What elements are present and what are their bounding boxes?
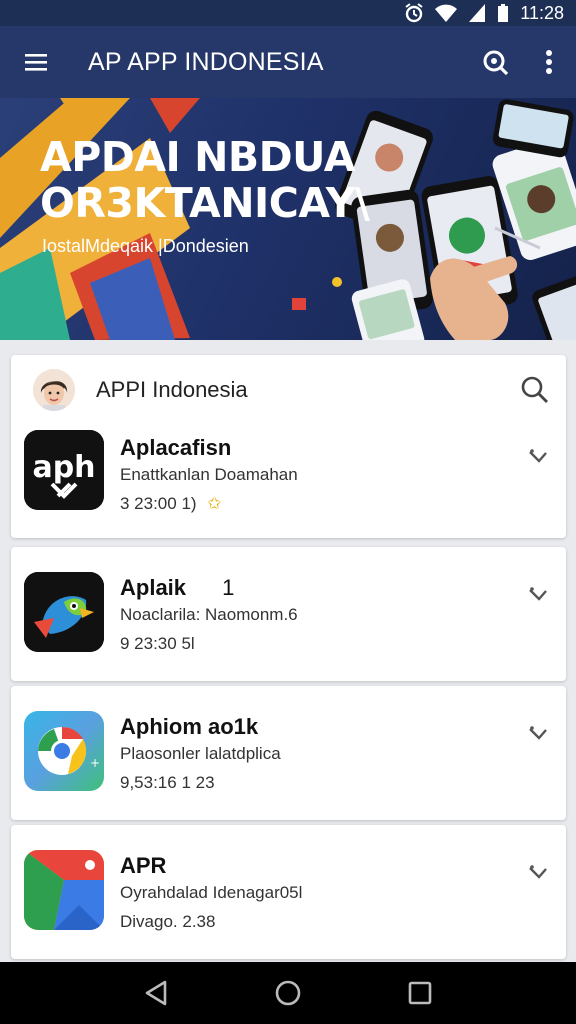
app-name-suffix: 1 [222, 575, 235, 600]
battery-icon [496, 3, 510, 23]
recents-square-icon [408, 981, 432, 1005]
menu-button[interactable] [0, 26, 72, 98]
banner-headline-line-2: OR3KTANICAY\ [40, 179, 370, 227]
chevron-down-icon [529, 726, 547, 740]
app-name: Aphiom ao1k [120, 714, 259, 739]
app-description: Noaclarila: Naomonm.6 [120, 605, 298, 624]
more-vert-icon [546, 50, 552, 74]
expand-button[interactable] [526, 583, 550, 607]
search-button[interactable] [468, 26, 522, 98]
app-icon-aplaik [24, 572, 104, 652]
app-icon-aphiom: + [24, 711, 104, 791]
app-icon-aplacafisn: aph [24, 430, 104, 510]
app-meta: 3 23:00 1) ✩ [120, 494, 222, 514]
chevron-down-icon [529, 587, 547, 601]
list-search-button[interactable] [518, 373, 552, 407]
app-icon-apr [24, 850, 104, 930]
system-nav-bar [0, 962, 576, 1024]
svg-text:aph: aph [32, 450, 95, 485]
avatar[interactable] [33, 369, 75, 411]
expand-button[interactable] [526, 861, 550, 885]
back-triangle-icon [145, 980, 167, 1006]
expand-button[interactable] [526, 445, 550, 469]
list-card: APPI Indonesia aph Aplacafisn Enattkanla… [11, 355, 566, 538]
banner-subtitle: IostalMdeqaik |Dondesien [42, 236, 249, 256]
recents-button[interactable] [400, 973, 440, 1013]
app-description: Enattkanlan Doamahan [120, 465, 298, 484]
chevron-down-icon [529, 865, 547, 879]
banner-headline: APDAI NBDUA OR3KTANICAY\ [40, 133, 370, 227]
list-item[interactable]: Aplaik 1 Noaclarila: Naomonm.6 9 23:30 5… [11, 547, 566, 681]
app-name: Aplacafisn [120, 435, 232, 460]
list-header: APPI Indonesia [11, 355, 566, 427]
home-circle-icon [275, 980, 301, 1006]
overflow-menu-button[interactable] [522, 26, 576, 98]
star-icon: ✩ [207, 494, 222, 513]
app-bar-title: AP APP INDONESIA [88, 47, 324, 76]
app-name: APR [120, 853, 167, 878]
list-header-title: APPI Indonesia [96, 377, 248, 402]
app-description: Plaosonler lalatdplica [120, 744, 281, 763]
wifi-icon [434, 3, 458, 23]
app-meta: 9 23:30 5l [120, 634, 195, 653]
app-name-text: Aplaik [120, 575, 187, 600]
status-bar: 11:28 [0, 0, 576, 26]
promo-banner[interactable]: APDAI NBDUA OR3KTANICAY\ IostalMdeqaik |… [0, 98, 576, 340]
app-bar: AP APP INDONESIA [0, 26, 576, 98]
search-icon [521, 376, 548, 403]
app-name: Aplaik 1 [120, 575, 234, 601]
back-button[interactable] [136, 973, 176, 1013]
search-icon [483, 50, 509, 76]
expand-button[interactable] [526, 722, 550, 746]
svg-text:+: + [90, 756, 100, 770]
alarm-icon [404, 3, 424, 23]
app-meta: Divago. 2.38 [120, 912, 216, 931]
app-list: APPI Indonesia aph Aplacafisn Enattkanla… [0, 340, 576, 962]
banner-headline-line-1: APDAI NBDUA [40, 133, 355, 181]
signal-icon [468, 3, 486, 23]
home-button[interactable] [268, 973, 308, 1013]
hamburger-icon [25, 54, 47, 71]
chevron-down-icon [529, 449, 547, 463]
app-meta-text: 3 23:00 1) [120, 494, 197, 513]
list-item[interactable]: APR Oyrahdalad Idenagar05l Divago. 2.38 [11, 825, 566, 959]
status-time: 11:28 [520, 2, 564, 23]
app-meta: 9,53:16 1 23 [120, 773, 215, 792]
app-description: Oyrahdalad Idenagar05l [120, 883, 303, 902]
list-item[interactable]: + Aphiom ao1k Plaosonler lalatdplica 9,5… [11, 686, 566, 820]
